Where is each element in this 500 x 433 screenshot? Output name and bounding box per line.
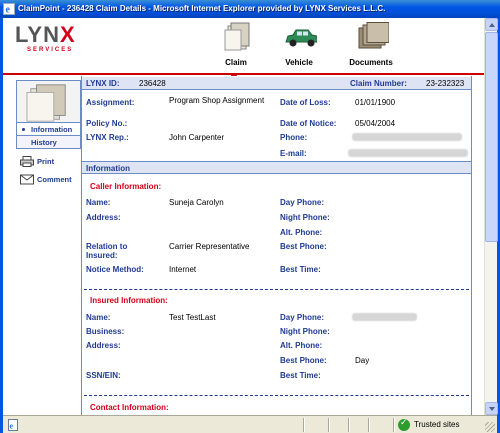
insured-name-value: Test TestLast (169, 313, 216, 322)
caller-night-phone-label: Night Phone: (280, 213, 330, 222)
date-of-notice-value: 05/04/2004 (355, 119, 396, 128)
comment-label: Comment (37, 175, 72, 184)
information-section-header: Information (82, 161, 471, 174)
svg-text:e: e (6, 5, 11, 16)
security-zone[interactable]: Trusted sites (398, 418, 483, 431)
claim-folder-icon (224, 22, 250, 51)
sidebar: Information History Print Comment (3, 76, 81, 416)
insured-business-label: Business: (86, 327, 125, 336)
tab-information[interactable]: Information (16, 122, 81, 136)
redacted-email (348, 149, 468, 157)
status-separator (348, 418, 350, 432)
caller-relation-value: Carrier Representative (169, 242, 250, 251)
status-bar: e Trusted sites (3, 415, 497, 433)
caller-alt-phone-label: Alt. Phone: (280, 228, 323, 237)
insured-address-label: Address: (86, 341, 121, 350)
redacted-day-phone (352, 313, 417, 321)
vertical-scrollbar[interactable] (484, 18, 498, 415)
header-divider (3, 73, 484, 75)
lynx-rep-value: John Carpenter (169, 133, 225, 142)
resize-grip[interactable] (485, 422, 495, 432)
caller-best-phone-label: Best Phone: (280, 242, 327, 251)
print-label: Print (37, 157, 55, 166)
insured-day-phone-label: Day Phone: (280, 313, 325, 322)
caller-name-value: Suneja Carolyn (169, 198, 224, 207)
claim-folder-icon (26, 84, 66, 122)
section-divider (84, 395, 469, 396)
insured-information-heading: Insured Information: (90, 296, 168, 305)
security-zone-label: Trusted sites (414, 420, 460, 429)
svg-text:e: e (10, 422, 14, 431)
logo-text: LYNX (15, 22, 76, 48)
email-label: E-mail: (280, 149, 307, 158)
insured-best-phone-value: Day (355, 356, 370, 365)
caller-notice-method-label: Notice Method: (86, 265, 144, 274)
section-divider (84, 289, 469, 290)
active-tab-bullet (22, 128, 25, 131)
status-separator (328, 418, 330, 432)
nav-vehicle-label: Vehicle (285, 58, 313, 67)
logo-text-main: LYN (15, 22, 60, 47)
tab-information-label: Information (31, 125, 73, 134)
claim-summary-bar: LYNX ID: 236428 Claim Number: 23-232323 (82, 77, 471, 90)
page-icon: e (8, 419, 18, 431)
caller-address-label: Address: (86, 213, 121, 222)
redacted-phone (352, 133, 462, 141)
lynx-rep-label: LYNX Rep.: (86, 133, 129, 142)
policy-label: Policy No.: (86, 119, 128, 128)
caller-information-heading: Caller Information: (90, 182, 162, 191)
internet-explorer-icon: e (3, 3, 15, 15)
nav-documents-label: Documents (349, 58, 393, 67)
date-of-loss-value: 01/01/1900 (355, 98, 396, 107)
logo-subtitle: SERVICES (27, 47, 74, 53)
nav-claim-label: Claim (225, 58, 247, 67)
claim-number-label: Claim Number: (350, 79, 407, 88)
trusted-sites-icon (398, 418, 410, 431)
scroll-down-button[interactable] (485, 402, 498, 415)
phone-label: Phone: (280, 133, 308, 142)
status-separator (393, 418, 395, 432)
insured-name-label: Name: (86, 313, 111, 322)
scroll-up-button[interactable] (485, 18, 498, 31)
down-arrow-icon (489, 407, 495, 411)
assignment-value: Program Shop Assignment (169, 96, 265, 105)
caller-day-phone-label: Day Phone: (280, 198, 325, 207)
insured-alt-phone-label: Alt. Phone: (280, 341, 323, 350)
claim-thumbnail (16, 80, 81, 126)
documents-icon (358, 22, 389, 49)
status-separator (303, 418, 305, 432)
tab-history[interactable]: History (16, 135, 81, 149)
caller-name-label: Name: (86, 198, 111, 207)
lynx-id-label: LYNX ID: (86, 79, 120, 88)
claim-number-value: 23-232323 (426, 79, 465, 88)
lynx-id-value: 236428 (139, 79, 166, 88)
window-title: ClaimPoint - 236428 Claim Details - Micr… (18, 4, 386, 13)
claim-details-panel[interactable]: LYNX ID: 236428 Claim Number: 23-232323 … (81, 76, 472, 416)
contact-information-heading: Contact Information: (90, 403, 169, 412)
date-of-loss-label: Date of Loss: (280, 98, 331, 107)
insured-ssn-label: SSN/EIN: (86, 371, 121, 380)
printer-icon (20, 156, 34, 167)
insured-best-time-label: Best Time: (280, 371, 321, 380)
caller-relation-label: Relation to Insured: (86, 242, 128, 260)
caller-best-time-label: Best Time: (280, 265, 321, 274)
scroll-thumb[interactable] (485, 32, 498, 242)
up-arrow-icon (489, 23, 495, 27)
window-title-bar[interactable]: e ClaimPoint - 236428 Claim Details - Mi… (0, 0, 500, 18)
logo-text-x: X (59, 22, 76, 47)
caller-notice-method-value: Internet (169, 265, 197, 274)
envelope-icon (20, 174, 34, 185)
information-section-title: Information (86, 164, 130, 173)
status-separator (368, 418, 370, 432)
assignment-label: Assignment: (86, 98, 135, 107)
tab-history-label: History (31, 138, 57, 147)
date-of-notice-label: Date of Notice: (280, 119, 337, 128)
insured-night-phone-label: Night Phone: (280, 327, 330, 336)
car-icon (285, 29, 317, 47)
lynx-logo: LYNX SERVICES (15, 22, 85, 62)
insured-best-phone-label: Best Phone: (280, 356, 327, 365)
